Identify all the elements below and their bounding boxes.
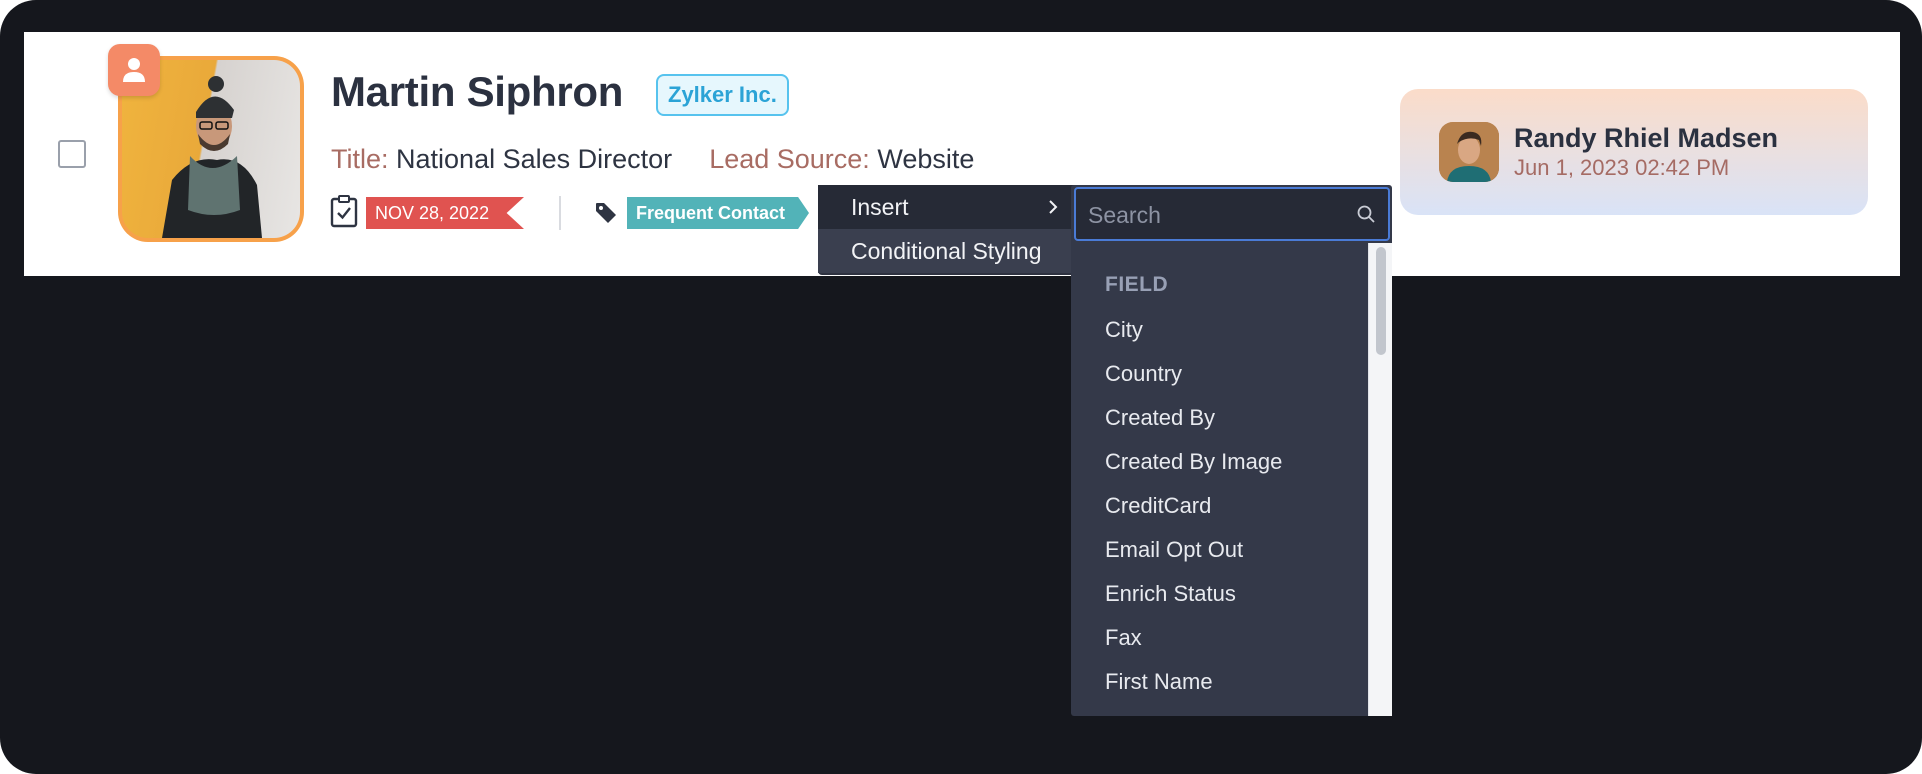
menu-item-conditional-styling[interactable]: Conditional Styling — [818, 229, 1075, 273]
field-search[interactable] — [1074, 187, 1390, 241]
search-input[interactable] — [1088, 199, 1348, 231]
title-label: Title: — [331, 144, 389, 174]
context-menu: Insert Conditional Styling — [818, 185, 1075, 275]
list-item[interactable]: First Name — [1105, 669, 1213, 695]
lead-type-badge — [108, 44, 160, 96]
search-icon[interactable] — [1356, 204, 1376, 229]
task-icon[interactable] — [330, 194, 358, 233]
menu-item-insert[interactable]: Insert — [818, 185, 1075, 229]
lead-tag[interactable]: Frequent Contact — [627, 197, 809, 229]
user-icon — [123, 58, 145, 82]
app-frame: Martin Siphron Zylker Inc. Title: Nation… — [0, 0, 1922, 774]
menu-item-insert-label: Insert — [851, 194, 909, 220]
owner-card[interactable]: Randy Rhiel Madsen Jun 1, 2023 02:42 PM — [1400, 89, 1868, 215]
owner-avatar — [1439, 122, 1499, 182]
list-item[interactable]: City — [1105, 317, 1143, 343]
list-item[interactable]: Fax — [1105, 625, 1142, 651]
list-item[interactable]: Created By Image — [1105, 449, 1282, 475]
lead-source-label: Lead Source: — [709, 144, 870, 174]
scrollbar-thumb[interactable] — [1376, 247, 1386, 355]
tag-icon — [595, 202, 617, 229]
list-item[interactable]: Created By — [1105, 405, 1215, 431]
list-item[interactable]: Email Opt Out — [1105, 537, 1243, 563]
list-item[interactable]: Enrich Status — [1105, 581, 1236, 607]
divider — [559, 196, 561, 230]
lead-source-value: Website — [877, 144, 975, 174]
submenu-scrollbar[interactable] — [1368, 243, 1392, 716]
title-value: National Sales Director — [396, 144, 673, 174]
lead-meta-row: Title: National Sales Director Lead Sour… — [331, 144, 974, 175]
owner-timestamp: Jun 1, 2023 02:42 PM — [1514, 155, 1730, 180]
select-checkbox[interactable] — [58, 140, 86, 168]
company-badge[interactable]: Zylker Inc. — [656, 74, 789, 116]
owner-name: Randy Rhiel Madsen — [1514, 123, 1779, 153]
list-item[interactable]: Country — [1105, 361, 1182, 387]
insert-submenu: FIELD City Country Created By Created By… — [1071, 185, 1392, 716]
lead-name[interactable]: Martin Siphron — [331, 68, 623, 116]
task-due-date[interactable]: NOV 28, 2022 — [366, 197, 524, 229]
field-section-header: FIELD — [1105, 273, 1169, 296]
list-item[interactable]: CreditCard — [1105, 493, 1211, 519]
